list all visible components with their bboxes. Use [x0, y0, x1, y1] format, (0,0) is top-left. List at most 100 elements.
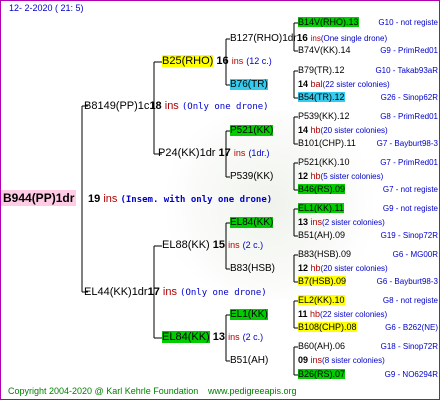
gen4-note: (2 sister colonies) [322, 218, 385, 227]
gen4-queen-6-info: 12 hb(20 sister colonies) [298, 264, 388, 273]
gen4-ins: ins [310, 355, 323, 365]
site-link[interactable]: www.pedigreeapis.org [208, 387, 297, 396]
gen4-queen-7[interactable]: EL1(KK) [230, 309, 268, 320]
gen4-note: (One single drone) [320, 34, 388, 43]
gen3-queen-2[interactable]: P24(KK)1dr 17 ins (1dr.) [158, 148, 269, 159]
gen5-queen-9[interactable]: EL1(KK).11 [298, 203, 344, 213]
gen4-queen-3[interactable]: P521(KK) [230, 125, 274, 136]
gen5-queen-10[interactable]: B51(AH).09 [298, 231, 345, 240]
gen2-note: (Only one drone) [180, 288, 267, 298]
gen3-queen-3[interactable]: EL88(KK) 15 ins (2 c.) [162, 240, 263, 251]
gen4-gen-number: 09 [298, 355, 309, 365]
root-ins: ins [103, 193, 118, 205]
gen5-ped-11: G6 - MG00R [392, 250, 438, 259]
gen4-queen-2[interactable]: B76(TR) [230, 79, 268, 90]
gen4-note: (22 sister colonies) [320, 310, 388, 319]
gen4-note: (20 sister colonies) [320, 264, 388, 273]
gen5-ped-16: G9 - NO6294R [384, 370, 438, 379]
gen2-ins: ins [162, 286, 177, 298]
gen5-queen-2[interactable]: B74V(KK).14 [298, 46, 351, 55]
gen5-name: P521(KK).10 [298, 157, 350, 167]
gen5-queen-5[interactable]: P539(KK).12 [298, 112, 350, 121]
gen4-note: (8 sister colonies) [322, 356, 385, 365]
gen5-name: B101(CHP).11 [298, 138, 356, 148]
gen5-name: B79(TR).12 [298, 65, 345, 75]
gen5-ped-9: G9 - not registe [382, 204, 438, 213]
gen5-ped-13: G8 - not registe [382, 296, 438, 305]
report-date: 12- 2-2020 ( 21: 5) [9, 3, 84, 13]
gen5-queen-12[interactable]: B7(HSB).09 [298, 276, 347, 286]
gen4-ins: ins [310, 34, 321, 43]
gen4-queen-5[interactable]: EL84(KK) [230, 217, 274, 228]
gen5-ped-15: G18 - Sinop72R [380, 342, 438, 351]
gen5-queen-1[interactable]: B14V(RHO).13 [298, 17, 359, 27]
gen5-ped-1: G10 - not registe [378, 18, 438, 27]
gen4-name: EL84(KK) [230, 217, 274, 228]
gen3-note: (2 c.) [242, 240, 264, 250]
gen3-queen-1[interactable]: B25(RHO) 16 ins (12 c.) [162, 55, 272, 67]
gen4-queen-4[interactable]: P539(KK) [230, 172, 273, 182]
gen5-queen-4[interactable]: B54(TR).12 [298, 92, 345, 102]
gen4-note: (20 sister colonies) [320, 126, 388, 135]
gen3-gen-number: 16 [216, 55, 229, 67]
root-note: (Insem. with only one drone) [120, 195, 273, 205]
root-generation: 19 ins (Insem. with only one drone) [88, 194, 272, 205]
gen5-ped-14: G6 - B262(NE) [385, 323, 438, 332]
gen4-gen-number: 14 [298, 79, 309, 89]
gen5-queen-11[interactable]: B83(HSB).09 [298, 250, 351, 259]
gen5-name: B51(AH).09 [298, 230, 346, 240]
gen5-queen-8[interactable]: B46(RS).09 [298, 184, 346, 194]
gen5-queen-13[interactable]: EL2(KK).10 [298, 295, 345, 305]
gen4-queen-2-info: 14 bal(22 sister colonies) [298, 80, 390, 89]
gen4-queen-3-info: 14 hb(20 sister colonies) [298, 126, 388, 135]
gen5-ped-8: G7 - not registe [382, 185, 438, 194]
gen3-queen-4[interactable]: EL84(KK) 13 ins (2 c.) [162, 331, 263, 343]
gen5-name: B60(AH).06 [298, 341, 346, 351]
gen4-name: P539(KK) [230, 171, 274, 182]
gen5-ped-6: G7 - Bayburt98-3 [376, 139, 438, 148]
gen4-ins: hb [310, 171, 321, 181]
gen5-name: B74V(KK).14 [298, 45, 351, 55]
root-name: B944(PP)1dr [1, 190, 77, 206]
gen4-queen-8-info: 09 ins(8 sister colonies) [298, 356, 385, 365]
gen5-ped-10: G19 - Sinop72R [380, 231, 438, 240]
gen5-name: B46(RS).09 [298, 184, 346, 194]
root-queen[interactable]: B944(PP)1dr [1, 190, 77, 206]
gen4-queen-1[interactable]: B127(RHO)1dr16 ins(One single drone) [230, 34, 387, 44]
gen3-gen-number: 15 [212, 239, 226, 251]
gen4-name: B51(AH) [230, 355, 269, 366]
gen5-queen-7[interactable]: P521(KK).10 [298, 158, 350, 167]
gen2-name: B8149(PP)1c [84, 100, 150, 112]
gen5-ped-3: G10 - Takab93aR [375, 66, 438, 75]
gen5-queen-15[interactable]: B60(AH).06 [298, 342, 345, 351]
gen4-queen-4-info: 12 hb(5 sister colonies) [298, 172, 383, 181]
gen3-note: (12 c.) [246, 56, 272, 66]
gen5-ped-2: G9 - PrimRed01 [380, 46, 438, 55]
gen4-name: P521(KK) [230, 125, 274, 136]
gen5-name: EL2(KK).10 [298, 295, 345, 305]
gen2-queen-1[interactable]: B8149(PP)1c18 ins (Only one drone) [84, 101, 269, 112]
gen5-name: P539(KK).12 [298, 111, 350, 121]
gen5-name: B26(RS).07 [298, 369, 346, 379]
gen5-queen-14[interactable]: B108(CHP).08 [298, 322, 357, 332]
gen2-queen-2[interactable]: EL44(KK)1dr17 ins (Only one drone) [84, 287, 267, 298]
gen3-name: EL84(KK) [162, 331, 210, 343]
gen3-ins: ins [228, 240, 240, 250]
gen4-queen-8[interactable]: B51(AH) [230, 356, 268, 366]
gen5-queen-3[interactable]: B79(TR).12 [298, 66, 345, 75]
gen4-ins: hb [310, 309, 321, 319]
gen4-gen-number: 12 [298, 263, 309, 273]
gen5-queen-6[interactable]: B101(CHP).11 [298, 139, 356, 148]
gen5-queen-16[interactable]: B26(RS).07 [298, 369, 346, 379]
gen2-ins: ins [164, 100, 179, 112]
gen4-queen-7-info: 11 hb(22 sister colonies) [298, 310, 387, 319]
gen5-ped-4: G26 - Sinop62R [380, 93, 438, 102]
gen5-name: B54(TR).12 [298, 92, 345, 102]
gen4-ins: hb [310, 125, 321, 135]
gen4-ins: hb [310, 263, 321, 273]
gen5-name: B14V(RHO).13 [298, 17, 359, 27]
gen3-gen-number: 13 [212, 331, 226, 343]
gen4-queen-6[interactable]: B83(HSB) [230, 264, 275, 274]
gen5-ped-5: G8 - PrimRed01 [380, 112, 438, 121]
gen2-name: EL44(KK)1dr [84, 286, 148, 298]
